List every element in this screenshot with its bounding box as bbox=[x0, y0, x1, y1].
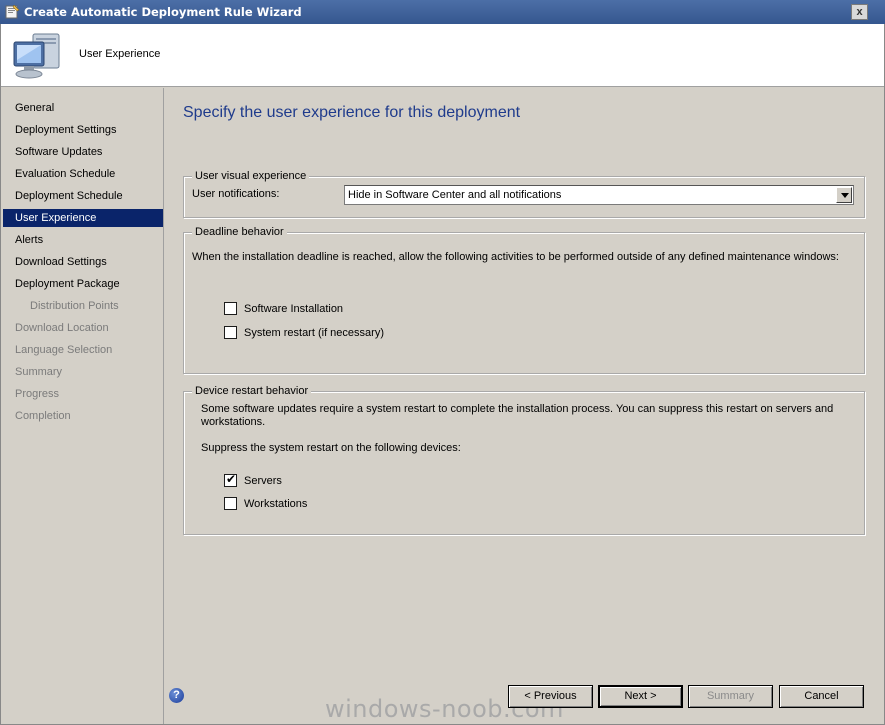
close-button[interactable]: x bbox=[851, 4, 868, 20]
nav-item-software-updates[interactable]: Software Updates bbox=[3, 143, 163, 161]
title-bar: Create Automatic Deployment Rule Wizard … bbox=[0, 0, 885, 24]
cancel-button[interactable]: Cancel bbox=[779, 685, 864, 708]
servers-checkbox[interactable]: ✔ bbox=[224, 472, 237, 487]
deadline-behavior-legend: Deadline behavior bbox=[192, 225, 287, 239]
workstations-checkbox[interactable] bbox=[224, 497, 237, 510]
wizard-page: Specify the user experience for this dep… bbox=[165, 88, 884, 683]
header-title: User Experience bbox=[79, 48, 161, 60]
deadline-description: When the installation deadline is reache… bbox=[192, 251, 839, 263]
wizard-footer: ? windows-noob.com < Previous Next > Sum… bbox=[165, 683, 884, 724]
checkmark-icon: ✔ bbox=[225, 472, 237, 486]
device-restart-legend: Device restart behavior bbox=[192, 384, 312, 398]
nav-item-language-selection: Language Selection bbox=[15, 344, 113, 356]
wizard-header: User Experience bbox=[0, 24, 885, 87]
next-button[interactable]: Next > bbox=[598, 685, 683, 708]
computer-icon bbox=[13, 33, 60, 79]
restart-description-line1: Some software updates require a system r… bbox=[201, 403, 834, 415]
system-restart-label[interactable]: System restart (if necessary) bbox=[244, 327, 384, 339]
software-installation-checkbox[interactable] bbox=[224, 302, 237, 315]
window-border-left bbox=[0, 24, 1, 725]
nav-item-download-location: Download Location bbox=[15, 322, 109, 334]
user-visual-experience-legend: User visual experience bbox=[192, 169, 310, 183]
user-notifications-label: User notifications: bbox=[192, 188, 280, 200]
user-notifications-value: Hide in Software Center and all notifica… bbox=[348, 189, 562, 201]
previous-button[interactable]: < Previous bbox=[508, 685, 593, 708]
nav-item-deployment-schedule[interactable]: Deployment Schedule bbox=[3, 187, 163, 205]
nav-item-user-experience[interactable]: User Experience bbox=[3, 209, 163, 227]
suppress-restart-label: Suppress the system restart on the follo… bbox=[201, 442, 461, 454]
software-installation-label[interactable]: Software Installation bbox=[244, 303, 343, 315]
restart-description-line2: workstations. bbox=[201, 416, 266, 428]
nav-item-evaluation-schedule[interactable]: Evaluation Schedule bbox=[3, 165, 163, 183]
nav-item-alerts[interactable]: Alerts bbox=[3, 231, 163, 249]
help-icon[interactable]: ? bbox=[169, 688, 184, 703]
page-heading: Specify the user experience for this dep… bbox=[183, 104, 521, 121]
wizard-navigation: General Deployment Settings Software Upd… bbox=[1, 88, 164, 724]
window-title: Create Automatic Deployment Rule Wizard bbox=[24, 5, 302, 19]
nav-item-deployment-settings[interactable]: Deployment Settings bbox=[3, 121, 163, 139]
nav-item-completion: Completion bbox=[15, 410, 71, 422]
nav-item-download-settings[interactable]: Download Settings bbox=[3, 253, 163, 271]
nav-item-progress: Progress bbox=[15, 388, 60, 400]
servers-label[interactable]: Servers bbox=[244, 475, 282, 487]
user-notifications-dropdown[interactable]: Hide in Software Center and all notifica… bbox=[344, 185, 854, 205]
summary-button: Summary bbox=[688, 685, 773, 708]
workstations-label[interactable]: Workstations bbox=[244, 498, 307, 510]
nav-item-distribution-points: Distribution Points bbox=[30, 300, 119, 312]
nav-item-deployment-package[interactable]: Deployment Package bbox=[3, 275, 163, 293]
system-restart-checkbox[interactable] bbox=[224, 326, 237, 339]
nav-item-general[interactable]: General bbox=[3, 99, 163, 117]
nav-item-summary: Summary bbox=[15, 366, 63, 378]
wizard-app-icon bbox=[5, 4, 20, 19]
chevron-down-icon[interactable] bbox=[836, 187, 852, 203]
